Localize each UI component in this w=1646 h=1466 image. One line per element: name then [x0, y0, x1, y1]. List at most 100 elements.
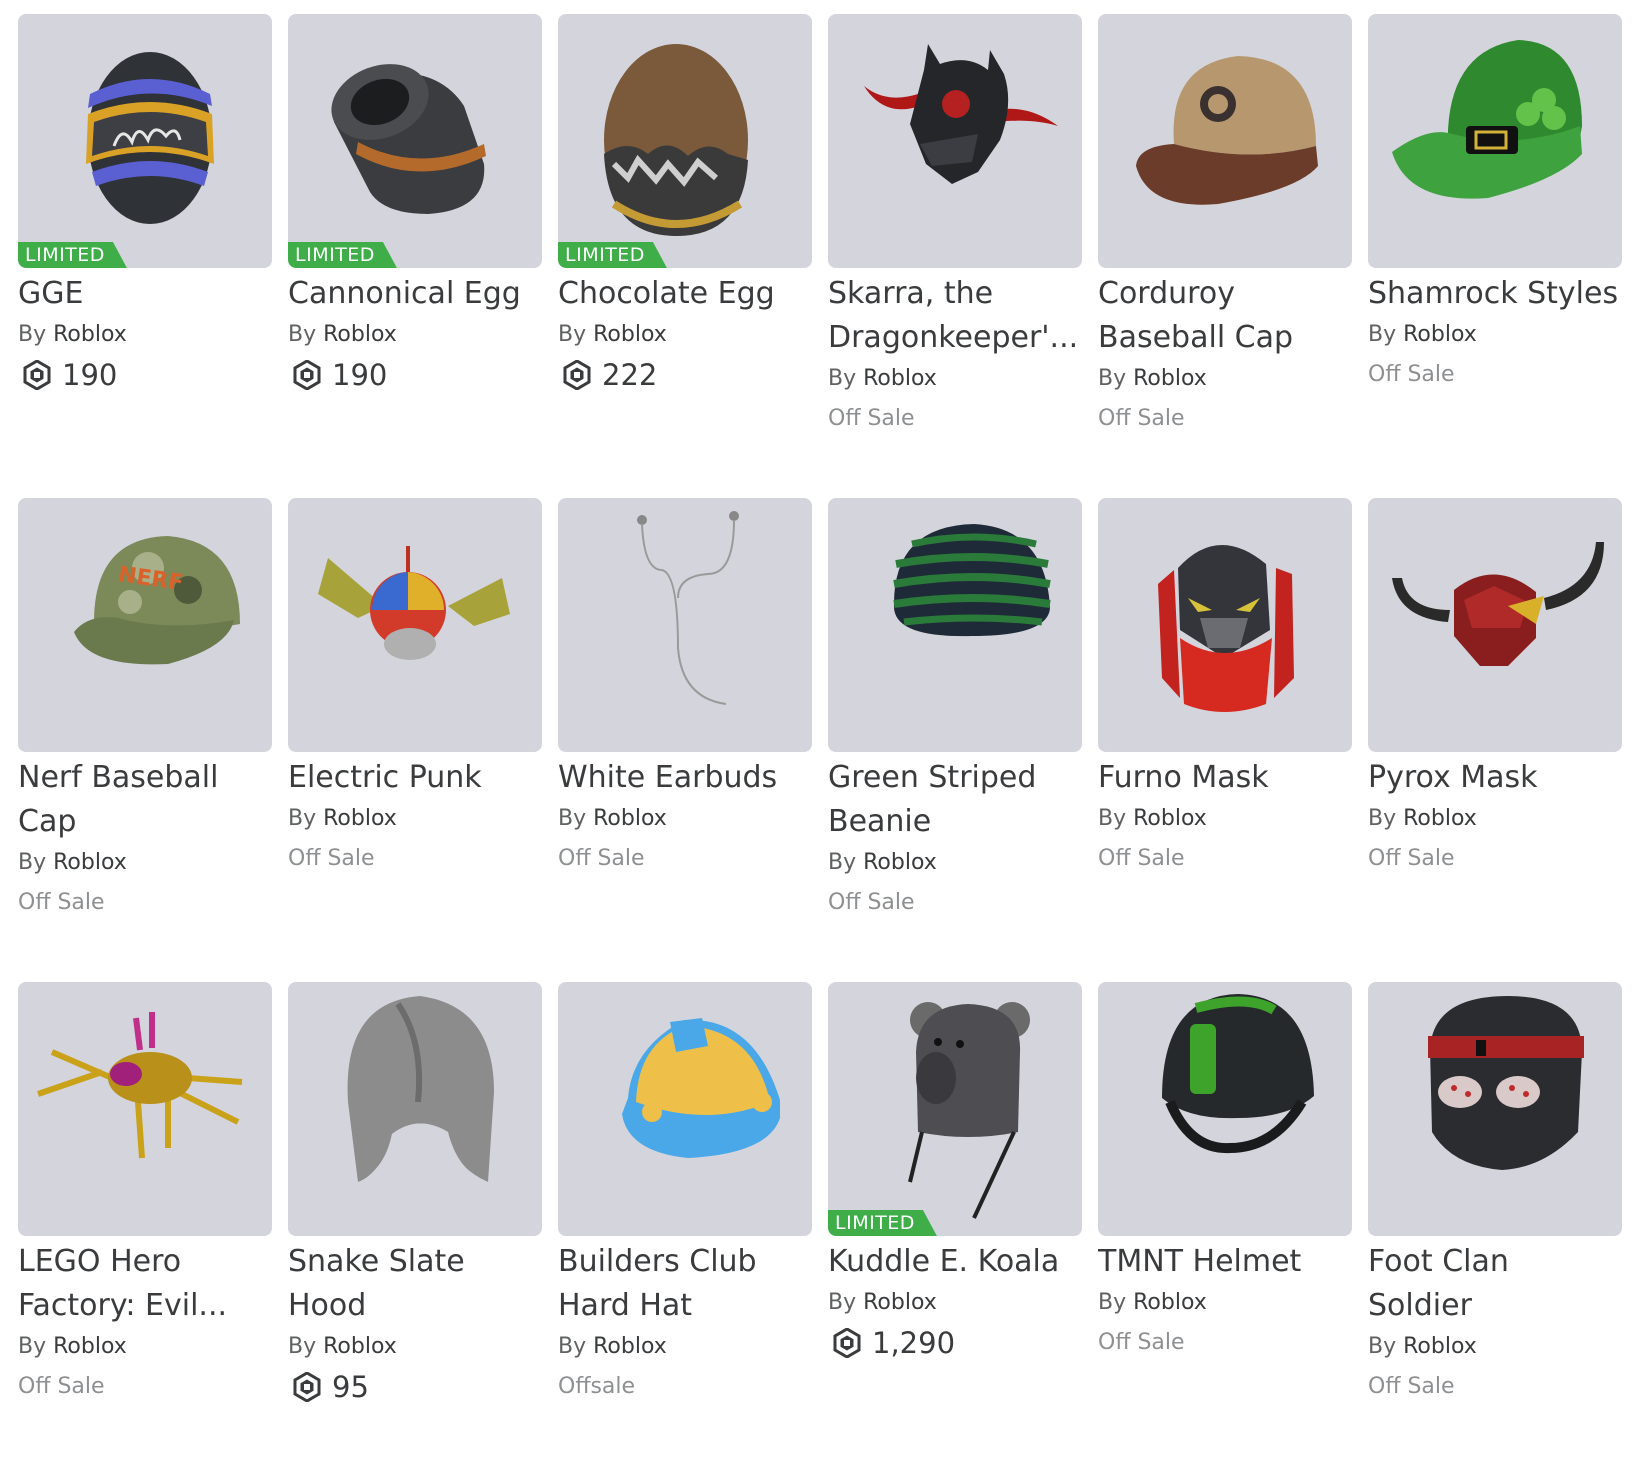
item-thumbnail[interactable] — [558, 498, 812, 752]
item-thumbnail[interactable] — [1098, 982, 1352, 1236]
creator-link[interactable]: Roblox — [863, 366, 937, 391]
item-name[interactable]: Pyrox Mask — [1368, 756, 1622, 800]
item-creator: By Roblox — [1098, 801, 1352, 837]
item-card[interactable]: Green Striped Beanie By Roblox Off Sale — [828, 498, 1082, 982]
item-card[interactable]: White Earbuds By Roblox Off Sale — [558, 498, 812, 982]
item-name[interactable]: Corduroy Baseball Cap — [1098, 272, 1352, 360]
item-thumbnail[interactable] — [288, 498, 542, 752]
creator-link[interactable]: Roblox — [323, 1334, 397, 1359]
item-thumbnail[interactable] — [18, 982, 272, 1236]
item-creator: By Roblox — [828, 845, 1082, 881]
creator-by-label: By — [18, 1334, 47, 1359]
item-card[interactable]: TMNT Helmet By Roblox Off Sale — [1098, 982, 1352, 1466]
off-sale-label: Off Sale — [288, 846, 375, 871]
creator-link[interactable]: Roblox — [1403, 1334, 1477, 1359]
item-card[interactable]: LEGO Hero Factory: Evil... By Roblox Off S… — [18, 982, 272, 1466]
robux-icon — [292, 359, 322, 391]
item-thumbnail[interactable]: LIMITED — [288, 14, 542, 268]
item-name[interactable]: Skarra, the Dragonkeeper'... — [828, 272, 1082, 360]
item-name[interactable]: Green Striped Beanie — [828, 756, 1082, 844]
robux-icon — [832, 1327, 862, 1359]
creator-link[interactable]: Roblox — [1403, 806, 1477, 831]
robux-icon — [292, 1371, 322, 1403]
item-card[interactable]: NERF Nerf Baseball Cap By Roblox Off Sale — [18, 498, 272, 982]
robux-icon — [22, 359, 52, 391]
item-name[interactable]: Electric Punk — [288, 756, 542, 800]
item-creator: By Roblox — [1368, 317, 1622, 353]
off-sale-label: Off Sale — [1098, 1330, 1185, 1355]
creator-link[interactable]: Roblox — [1133, 806, 1207, 831]
item-name[interactable]: Shamrock Styles — [1368, 272, 1622, 316]
item-creator: By Roblox — [18, 317, 272, 353]
creator-link[interactable]: Roblox — [1403, 322, 1477, 347]
item-creator: By Roblox — [18, 845, 272, 881]
price-value: 222 — [602, 358, 658, 392]
limited-badge: LIMITED — [288, 242, 397, 268]
creator-link[interactable]: Roblox — [53, 322, 127, 347]
item-name[interactable]: White Earbuds — [558, 756, 812, 800]
item-name[interactable]: Builders Club Hard Hat — [558, 1240, 812, 1328]
item-thumbnail[interactable]: LIMITED — [558, 14, 812, 268]
creator-link[interactable]: Roblox — [863, 850, 937, 875]
creator-link[interactable]: Roblox — [1133, 366, 1207, 391]
item-card[interactable]: Corduroy Baseball Cap By Roblox Off Sale — [1098, 14, 1352, 498]
item-name[interactable]: Cannonical Egg — [288, 272, 542, 316]
item-thumbnail[interactable] — [1098, 14, 1352, 268]
item-thumbnail[interactable] — [828, 498, 1082, 752]
item-thumbnail[interactable] — [828, 14, 1082, 268]
item-name[interactable]: Foot Clan Soldier — [1368, 1240, 1622, 1328]
creator-link[interactable]: Roblox — [53, 1334, 127, 1359]
item-name[interactable]: LEGO Hero Factory: Evil... — [18, 1240, 272, 1328]
creator-by-label: By — [828, 366, 857, 391]
item-thumbnail[interactable] — [1368, 498, 1622, 752]
item-thumbnail[interactable] — [1368, 982, 1622, 1236]
item-thumbnail[interactable] — [558, 982, 812, 1236]
item-card[interactable]: LIMITED Cannonical Egg By Roblox 190 — [288, 14, 542, 498]
item-card[interactable]: LIMITED Kuddle E. Koala By Roblox 1,290 — [828, 982, 1082, 1466]
creator-by-label: By — [558, 322, 587, 347]
item-name[interactable]: Chocolate Egg — [558, 272, 812, 316]
item-name[interactable]: Nerf Baseball Cap — [18, 756, 272, 844]
creator-link[interactable]: Roblox — [53, 850, 127, 875]
item-card[interactable]: Builders Club Hard Hat By Roblox Offsale — [558, 982, 812, 1466]
item-card[interactable]: Furno Mask By Roblox Off Sale — [1098, 498, 1352, 982]
item-creator: By Roblox — [828, 361, 1082, 397]
item-card[interactable]: Foot Clan Soldier By Roblox Off Sale — [1368, 982, 1622, 1466]
item-price: 95 — [288, 1367, 542, 1407]
item-name[interactable]: GGE — [18, 272, 272, 316]
creator-by-label: By — [828, 1290, 857, 1315]
creator-link[interactable]: Roblox — [593, 806, 667, 831]
item-creator: By Roblox — [1368, 801, 1622, 837]
item-thumbnail[interactable] — [1098, 498, 1352, 752]
creator-by-label: By — [18, 850, 47, 875]
item-card[interactable]: Skarra, the Dragonkeeper'... By Roblox Off… — [828, 14, 1082, 498]
item-card[interactable]: LIMITED Chocolate Egg By Roblox 222 — [558, 14, 812, 498]
item-name[interactable]: Kuddle E. Koala — [828, 1240, 1082, 1284]
item-card[interactable]: Snake Slate Hood By Roblox 95 — [288, 982, 542, 1466]
item-price: 222 — [558, 355, 812, 395]
item-name[interactable]: TMNT Helmet — [1098, 1240, 1352, 1284]
creator-link[interactable]: Roblox — [863, 1290, 937, 1315]
creator-by-label: By — [1098, 806, 1127, 831]
item-thumbnail[interactable] — [288, 982, 542, 1236]
item-name[interactable]: Snake Slate Hood — [288, 1240, 542, 1328]
item-name[interactable]: Furno Mask — [1098, 756, 1352, 800]
item-thumbnail[interactable] — [1368, 14, 1622, 268]
creator-by-label: By — [288, 322, 317, 347]
creator-link[interactable]: Roblox — [323, 806, 397, 831]
item-thumbnail[interactable]: NERF — [18, 498, 272, 752]
creator-link[interactable]: Roblox — [593, 1334, 667, 1359]
creator-link[interactable]: Roblox — [593, 322, 667, 347]
limited-badge: LIMITED — [558, 242, 667, 268]
item-card[interactable]: Electric Punk By Roblox Off Sale — [288, 498, 542, 982]
creator-link[interactable]: Roblox — [1133, 1290, 1207, 1315]
creator-link[interactable]: Roblox — [323, 322, 397, 347]
item-thumbnail[interactable]: LIMITED — [828, 982, 1082, 1236]
off-sale-label: Off Sale — [1368, 846, 1455, 871]
off-sale-label: Off Sale — [1368, 362, 1455, 387]
item-card[interactable]: LIMITED GGE By Roblox 190 — [18, 14, 272, 498]
item-thumbnail[interactable]: LIMITED — [18, 14, 272, 268]
item-card[interactable]: Pyrox Mask By Roblox Off Sale — [1368, 498, 1622, 982]
creator-by-label: By — [1098, 1290, 1127, 1315]
item-card[interactable]: Shamrock Styles By Roblox Off Sale — [1368, 14, 1622, 498]
